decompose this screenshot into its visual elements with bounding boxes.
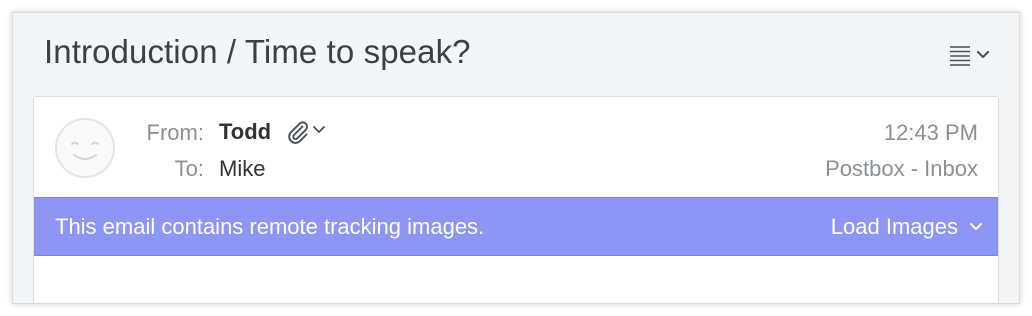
- message-folder: Postbox - Inbox: [825, 156, 978, 181]
- recipient-name[interactable]: Mike: [219, 156, 265, 182]
- message-card: From: Todd To: Mike 12:43 PM Postbox - I…: [33, 96, 999, 303]
- from-label: From:: [146, 120, 204, 145]
- message-subject: Introduction / Time to speak?: [44, 33, 471, 70]
- tracking-images-banner: This email contains remote tracking imag…: [34, 197, 998, 256]
- paperclip-icon: [288, 121, 308, 144]
- to-label: To:: [174, 156, 204, 181]
- load-images-label: Load Images: [830, 214, 958, 239]
- chevron-down-icon: [970, 223, 982, 230]
- list-menu-icon: [950, 46, 970, 66]
- message-menu-button[interactable]: [949, 43, 993, 69]
- message-time: 12:43 PM: [883, 120, 978, 145]
- smiley-avatar-icon: [55, 118, 115, 178]
- tracking-notice-text: This email contains remote tracking imag…: [55, 214, 485, 239]
- message-window: Introduction / Time to speak? From: Todd: [12, 12, 1020, 304]
- chevron-down-icon[interactable]: [312, 123, 326, 137]
- chevron-down-icon: [977, 51, 989, 58]
- load-images-button[interactable]: Load Images: [831, 214, 982, 240]
- sender-name[interactable]: Todd: [219, 119, 271, 145]
